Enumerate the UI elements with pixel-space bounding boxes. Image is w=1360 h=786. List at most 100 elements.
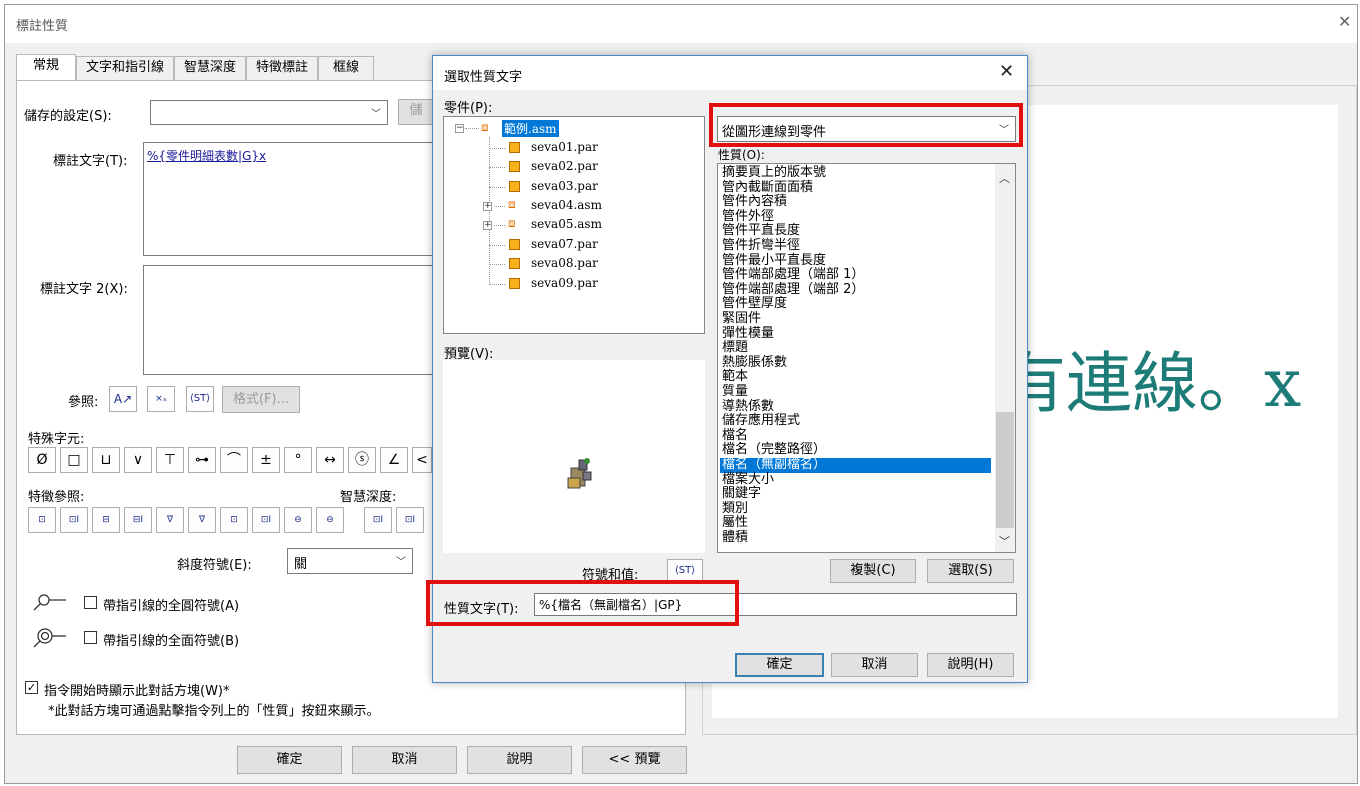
list-item[interactable]: 屬性 xyxy=(722,516,748,531)
dialog-title: 選取性質文字 xyxy=(444,70,523,85)
expand-icon[interactable]: + xyxy=(483,221,492,230)
list-item-selected[interactable]: 檔名（無副檔名） xyxy=(720,457,991,473)
scrollbar-thumb[interactable] xyxy=(996,412,1014,528)
counterbore-symbol-button[interactable]: ⊔ xyxy=(92,447,120,473)
feature-ref-slot-length-icon[interactable]: ⊖ xyxy=(316,507,344,533)
list-item[interactable]: 管件平直長度 xyxy=(722,224,800,239)
list-item[interactable]: 熱膨脹係數 xyxy=(722,355,787,371)
depth-symbol-button[interactable]: ⊤ xyxy=(156,447,184,473)
tree-item[interactable]: seva05.asm xyxy=(531,217,602,231)
tree-item[interactable]: seva09.par xyxy=(531,276,598,290)
tab-text-leader[interactable]: 文字和指引線 xyxy=(76,56,174,80)
properties-list[interactable]: 摘要頁上的版本號 管內截斷面面積 管件內容積 管件外徑 管件平直長度 管件折彎半… xyxy=(717,163,1016,553)
full-surface-label: 帶指引線的全面符號(B) xyxy=(103,634,240,649)
full-surface-checkbox[interactable] xyxy=(84,631,97,644)
list-item[interactable]: 類別 xyxy=(722,501,748,517)
list-item[interactable]: 管件壁厚度 xyxy=(722,297,787,312)
tree-item[interactable]: seva03.par xyxy=(531,179,598,193)
list-item[interactable]: 標題 xyxy=(722,341,748,356)
tree-item[interactable]: seva07.par xyxy=(531,237,598,251)
feature-ref-thread-icon[interactable]: ⊡ xyxy=(220,507,248,533)
scroll-up-icon[interactable]: ︿ xyxy=(999,170,1010,186)
degree-symbol-button[interactable]: ° xyxy=(284,447,312,473)
feature-ref-counterbore-depth-icon[interactable]: ⊟I xyxy=(124,507,152,533)
statistical-symbol-button[interactable]: ⓢ xyxy=(348,447,376,473)
list-item[interactable]: 管內截斷面面積 xyxy=(722,180,813,196)
tree-item[interactable]: seva02.par xyxy=(531,159,598,173)
preview-toggle-button[interactable]: << 預覽 xyxy=(582,746,687,774)
reference-st-icon[interactable]: ⟨ST⟩ xyxy=(186,386,214,412)
plus-minus-symbol-button[interactable]: ± xyxy=(252,447,280,473)
scroll-down-icon[interactable]: ﹀ xyxy=(999,533,1010,549)
save-settings-button[interactable]: 儲 xyxy=(398,99,434,125)
main-help-button[interactable]: 說明 xyxy=(467,746,572,774)
callout-text-value: %{零件明細表數|G}x xyxy=(147,149,267,163)
feature-ref-thread-depth-icon[interactable]: ⊡I xyxy=(252,507,280,533)
smart-depth-icon-1[interactable]: ⊡I xyxy=(364,507,392,533)
feature-ref-countersink-angle-icon[interactable]: ∇ xyxy=(188,507,216,533)
chevron-down-icon: ﹀ xyxy=(371,109,381,120)
square-symbol-button[interactable]: □ xyxy=(60,447,88,473)
collapse-icon[interactable]: − xyxy=(455,124,464,133)
list-item[interactable]: 儲存應用程式 xyxy=(722,414,800,429)
list-item[interactable]: 關鍵字 xyxy=(722,487,761,502)
list-item[interactable]: 體積 xyxy=(722,530,748,546)
tree-item[interactable]: seva08.par xyxy=(531,256,598,270)
tab-general[interactable]: 常規 xyxy=(16,54,76,81)
format-button[interactable]: 格式(F)... xyxy=(222,386,300,413)
copy-button[interactable]: 複製(C) xyxy=(830,559,916,583)
origin-symbol-button[interactable]: ⊶ xyxy=(188,447,216,473)
countersink-symbol-button[interactable]: ∨ xyxy=(124,447,152,473)
tab-border[interactable]: 框線 xyxy=(318,56,374,80)
list-item[interactable]: 管件端部處理（端部 1） xyxy=(722,268,864,283)
list-item[interactable]: 管件內容積 xyxy=(722,195,787,210)
tree-item[interactable]: seva01.par xyxy=(531,140,598,154)
list-item[interactable]: 範本 xyxy=(722,370,748,385)
select-button[interactable]: 選取(S) xyxy=(927,559,1014,583)
main-ok-button[interactable]: 確定 xyxy=(237,746,342,774)
saved-settings-combo[interactable]: ﹀ xyxy=(150,100,388,125)
tab-smart-depth[interactable]: 智慧深度 xyxy=(174,56,246,80)
title-bar xyxy=(5,5,1357,43)
tree-item[interactable]: seva04.asm xyxy=(531,198,602,212)
dialog-cancel-button[interactable]: 取消 xyxy=(831,653,918,677)
close-icon[interactable]: ✕ xyxy=(1338,12,1351,31)
list-item[interactable]: 管件折彎半徑 xyxy=(722,238,800,254)
dialog-help-button[interactable]: 說明(H) xyxy=(927,653,1014,677)
reference-subscript-icon[interactable]: ×ₓ xyxy=(147,386,175,412)
parts-tree[interactable]: − ⧈ 範例.asm seva01.par seva02.par seva03.… xyxy=(443,116,705,334)
list-item[interactable]: 摘要頁上的版本號 xyxy=(722,165,826,181)
reference-text-icon[interactable]: A↗ xyxy=(109,386,137,412)
dialog-ok-button[interactable]: 確定 xyxy=(735,653,824,677)
tab-feature-callout[interactable]: 特徵標註 xyxy=(246,56,318,80)
list-item[interactable]: 檔名（完整路徑） xyxy=(722,443,826,458)
dialog-close-icon[interactable]: ✕ xyxy=(999,61,1014,82)
list-item[interactable]: 管件最小平直長度 xyxy=(722,253,826,269)
main-cancel-button[interactable]: 取消 xyxy=(352,746,457,774)
list-item[interactable]: 質量 xyxy=(722,384,748,400)
angle-symbol-button[interactable]: ∠ xyxy=(380,447,408,473)
full-circle-checkbox[interactable] xyxy=(84,596,97,609)
list-item[interactable]: 檔案大小 xyxy=(722,472,774,488)
part-icon xyxy=(509,278,520,289)
feature-ref-slot-icon[interactable]: ⊖ xyxy=(284,507,312,533)
expand-icon[interactable]: + xyxy=(483,202,492,211)
tree-item-root[interactable]: 範例.asm xyxy=(502,120,559,137)
arc-symbol-button[interactable]: ⌒ xyxy=(220,447,248,473)
diameter-symbol-button[interactable]: Ø xyxy=(28,447,56,473)
feature-ref-hole-depth-icon[interactable]: ⊡I xyxy=(60,507,88,533)
callout-text2-field[interactable] xyxy=(143,265,438,375)
smart-depth-icon-2[interactable]: ⊡I xyxy=(396,507,424,533)
list-item[interactable]: 導熱係數 xyxy=(722,399,774,415)
show-dialog-checkbox[interactable]: ✓ xyxy=(25,681,38,694)
feature-ref-counterbore-icon[interactable]: ⊟ xyxy=(92,507,120,533)
between-symbol-button[interactable]: ↔ xyxy=(316,447,344,473)
callout-text-field[interactable]: %{零件明細表數|G}x xyxy=(143,142,438,256)
slope-combo[interactable]: 關 ﹀ xyxy=(287,548,413,574)
list-item[interactable]: 緊固件 xyxy=(722,311,761,327)
slope-symbol-button[interactable]: < xyxy=(412,447,432,473)
list-item[interactable]: 彈性模量 xyxy=(722,326,774,342)
feature-ref-hole-icon[interactable]: ⊡ xyxy=(28,507,56,533)
preview-callout-text: 有連線。x xyxy=(1000,345,1302,422)
feature-ref-countersink-icon[interactable]: ∇ xyxy=(156,507,184,533)
